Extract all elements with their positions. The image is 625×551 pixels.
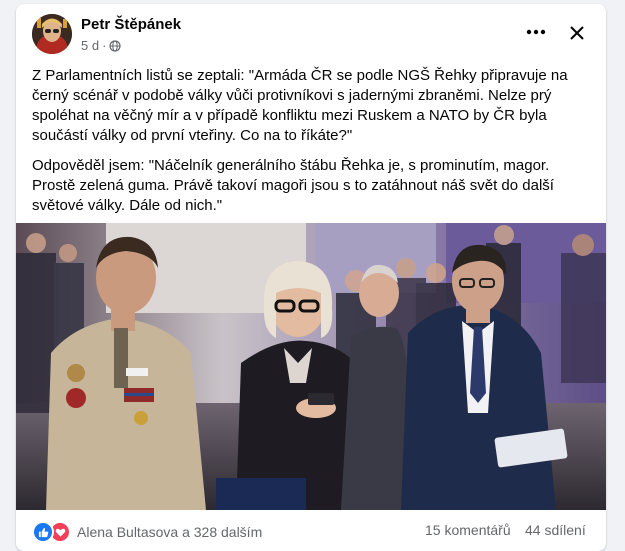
shares-count[interactable]: 44 sdílení — [525, 522, 586, 538]
like-icon — [32, 521, 54, 543]
close-button[interactable] — [562, 18, 592, 48]
close-icon — [570, 26, 584, 40]
reactions-summary[interactable]: Alena Bultasova a 328 dalším — [32, 521, 262, 543]
meta-separator: · — [102, 38, 107, 53]
reactions-text: Alena Bultasova a 328 dalším — [77, 524, 263, 540]
more-options-button[interactable] — [518, 20, 554, 44]
post-card: Petr Štěpánek 5 d · Z Parlamentních list… — [16, 4, 606, 551]
post-photo[interactable] — [16, 223, 606, 510]
post-header: Petr Štěpánek 5 d · — [16, 4, 606, 58]
post-time[interactable]: 5 d — [81, 38, 99, 53]
post-meta: 5 d · — [81, 38, 122, 53]
post-paragraph-1: Z Parlamentních listů se zeptali: "Armád… — [32, 67, 568, 144]
comments-count[interactable]: 15 komentářů — [425, 522, 511, 538]
post-footer: Alena Bultasova a 328 dalším 15 komentář… — [16, 510, 606, 551]
more-horizontal-icon — [526, 29, 546, 35]
author-avatar[interactable] — [32, 14, 72, 54]
post-text: Z Parlamentních listů se zeptali: "Armád… — [32, 66, 592, 226]
globe-icon[interactable] — [109, 39, 122, 52]
author-name[interactable]: Petr Štěpánek — [81, 16, 181, 33]
post-paragraph-2: Odpověděl jsem: "Náčelník generálního št… — [32, 157, 554, 214]
